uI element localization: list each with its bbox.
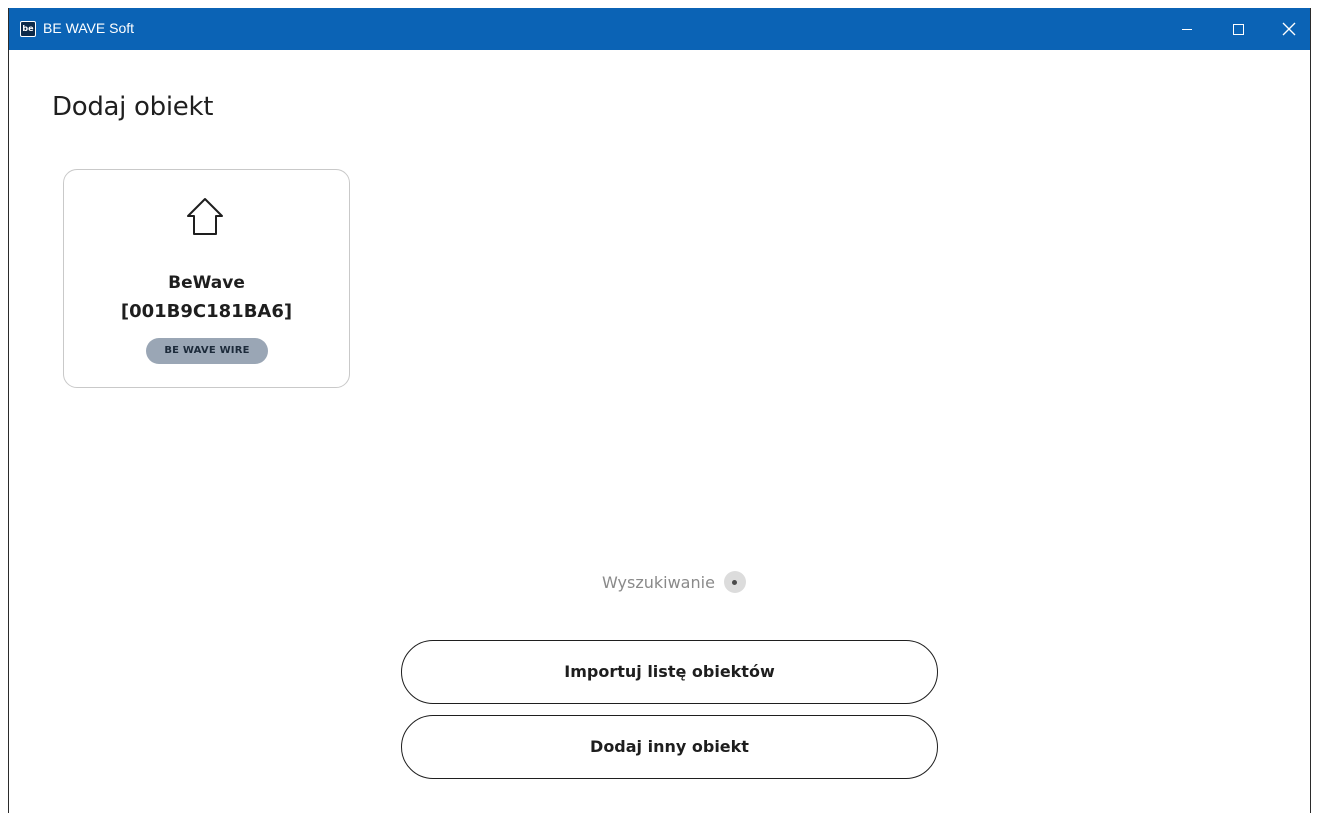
maximize-icon <box>1232 23 1244 35</box>
add-other-object-button[interactable]: Dodaj inny obiekt <box>401 715 938 779</box>
minimize-icon <box>1182 28 1192 30</box>
spinner-dot <box>732 579 738 585</box>
close-icon <box>1282 22 1296 36</box>
window-title: BE WAVE Soft <box>43 20 135 36</box>
home-icon <box>187 198 223 235</box>
spinner-icon <box>723 571 746 593</box>
app-logo-icon: be <box>20 21 36 37</box>
object-type-badge: BE WAVE WIRE <box>146 338 268 364</box>
search-status: Wyszukiwanie <box>602 570 746 594</box>
app-window: be BE WAVE Soft Dodaj obiekt BeWave [001… <box>8 8 1311 813</box>
title-bar[interactable]: be BE WAVE Soft <box>9 8 1310 50</box>
import-objects-button[interactable]: Importuj listę obiektów <box>401 640 938 704</box>
object-id: [001B9C181BA6] <box>120 301 293 322</box>
minimize-button[interactable] <box>1164 8 1210 50</box>
object-name: BeWave <box>168 273 245 293</box>
maximize-button[interactable] <box>1215 8 1261 50</box>
close-button[interactable] <box>1266 8 1310 50</box>
page-title: Dodaj obiekt <box>52 92 214 122</box>
object-card[interactable]: BeWave [001B9C181BA6] BE WAVE WIRE <box>63 169 350 388</box>
search-label: Wyszukiwanie <box>602 572 715 592</box>
